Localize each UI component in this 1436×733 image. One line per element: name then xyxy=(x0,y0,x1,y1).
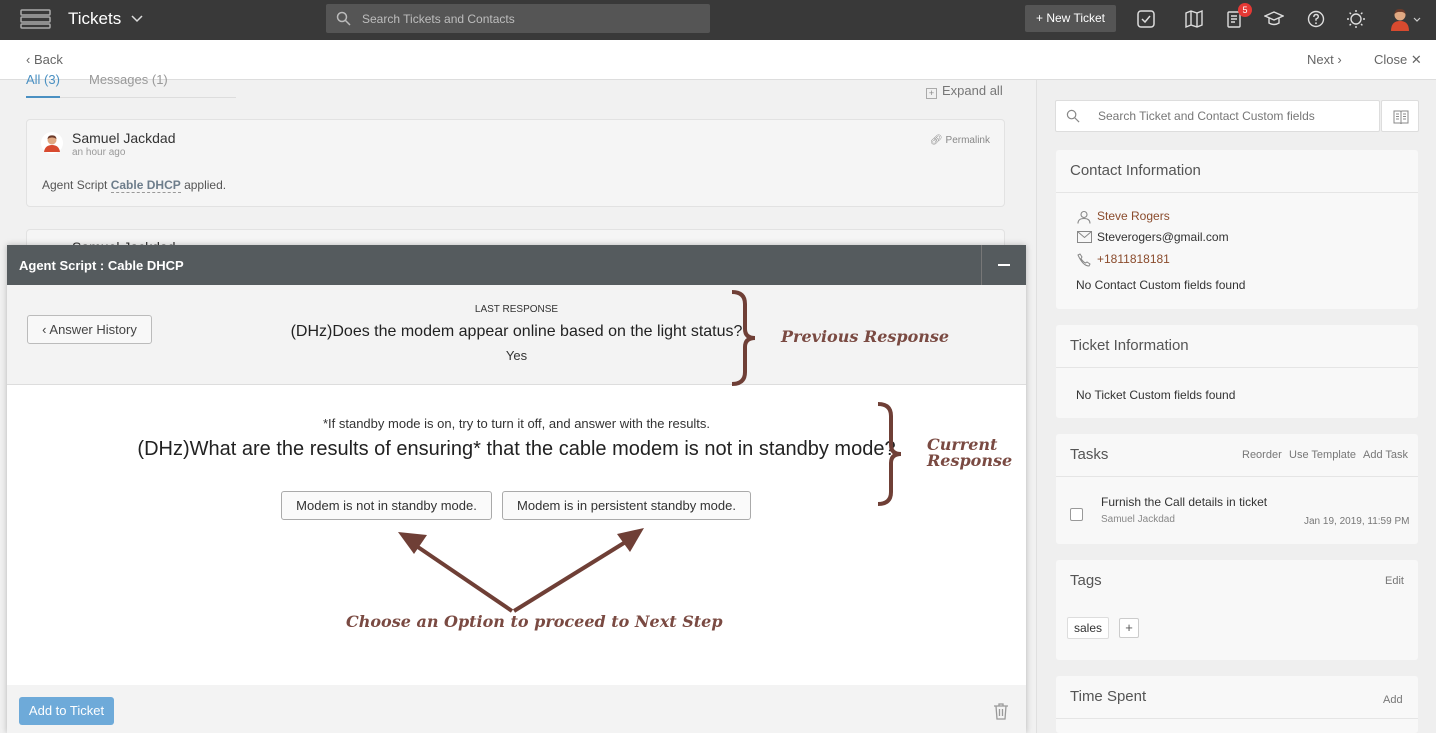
chevron-down-icon[interactable] xyxy=(131,12,143,24)
checkbox-icon[interactable] xyxy=(1136,9,1156,29)
last-response-label: LAST RESPONSE xyxy=(474,304,559,315)
mail-icon xyxy=(1077,231,1092,243)
ticket-info-empty-note: No Ticket Custom fields found xyxy=(1076,388,1236,402)
task-date: Jan 19, 2019, 11:59 PM xyxy=(1304,516,1410,527)
tags-title: Tags xyxy=(1070,572,1102,589)
conversation-tabs: All (3) Messages (1) xyxy=(26,72,236,98)
contact-empty-note: No Contact Custom fields found xyxy=(1076,278,1246,292)
tab-all[interactable]: All (3) xyxy=(26,72,60,98)
entry-body-suffix: applied. xyxy=(184,178,227,192)
ticket-information-panel: Ticket Information No Ticket Custom fiel… xyxy=(1056,325,1418,418)
contact-phone-link[interactable]: +1811818181 xyxy=(1097,252,1170,266)
contact-name-link[interactable]: Steve Rogers xyxy=(1097,209,1170,223)
expand-all-button[interactable]: + Expand all xyxy=(926,83,1003,99)
menu-logo-icon[interactable] xyxy=(20,9,51,29)
time-spent-panel: Time Spent Add xyxy=(1056,676,1418,733)
notification-badge: 5 xyxy=(1238,3,1252,17)
ticket-sidebar: Contact Information Steve Rogers Stevero… xyxy=(1036,80,1436,733)
help-icon[interactable] xyxy=(1306,9,1326,29)
task-checkbox[interactable] xyxy=(1070,508,1083,521)
custom-fields-book-button[interactable] xyxy=(1381,100,1419,132)
last-response-answer: Yes xyxy=(505,348,528,363)
edit-tags-button[interactable]: Edit xyxy=(1385,575,1404,587)
back-label: Back xyxy=(33,52,63,67)
search-icon xyxy=(1066,109,1080,123)
task-assignee: Samuel Jackdad xyxy=(1101,514,1175,525)
reorder-button[interactable]: Reorder xyxy=(1242,449,1282,461)
global-search xyxy=(326,4,710,33)
next-label: Next xyxy=(1307,52,1334,67)
minimize-button[interactable] xyxy=(981,245,1026,285)
current-response-brace xyxy=(877,402,902,506)
add-task-button[interactable]: Add Task xyxy=(1363,449,1408,461)
annotation-previous-response: Previous Response xyxy=(781,327,950,346)
contact-information-panel: Contact Information Steve Rogers Stevero… xyxy=(1056,150,1418,309)
add-to-ticket-button[interactable]: Add to Ticket xyxy=(19,697,114,725)
expand-icon: + xyxy=(926,88,937,99)
user-avatar[interactable] xyxy=(1389,7,1411,31)
phone-icon xyxy=(1077,253,1091,267)
add-tag-button[interactable]: + xyxy=(1119,618,1139,638)
permalink-link[interactable]: 🔗︎ Permalink xyxy=(930,135,990,146)
annotation-current-line2: Response xyxy=(927,451,1013,470)
option-not-standby-button[interactable]: Modem is not in standby mode. xyxy=(281,491,492,520)
tab-messages[interactable]: Messages (1) xyxy=(89,72,168,87)
contact-information-title: Contact Information xyxy=(1070,162,1201,179)
add-time-button[interactable]: Add xyxy=(1383,694,1403,706)
answer-history-button[interactable]: ‹ Answer History xyxy=(27,315,152,344)
search-input[interactable] xyxy=(362,4,702,33)
close-label: Close xyxy=(1374,52,1408,67)
script-link[interactable]: Cable DHCP xyxy=(110,178,181,193)
book-icon[interactable] xyxy=(1184,9,1204,29)
top-navigation-bar: Tickets + New Ticket 5 xyxy=(0,0,1436,40)
new-ticket-button[interactable]: + New Ticket xyxy=(1025,5,1116,32)
contact-email: Steverogers@gmail.com xyxy=(1097,230,1229,244)
tags-panel: Tags Edit sales + xyxy=(1056,560,1418,660)
option-persistent-standby-button[interactable]: Modem is in persistent standby mode. xyxy=(502,491,751,520)
task-title[interactable]: Furnish the Call details in ticket xyxy=(1101,495,1267,509)
link-icon: 🔗︎ xyxy=(930,135,943,146)
tasks-panel: Tasks Reorder Use Template Add Task Furn… xyxy=(1056,434,1418,544)
annotation-current-response: Current Response xyxy=(927,437,1012,469)
custom-field-search-input[interactable] xyxy=(1098,101,1378,131)
option-arrows xyxy=(398,528,644,613)
permalink-label: Permalink xyxy=(945,135,990,146)
ticket-information-title: Ticket Information xyxy=(1070,337,1189,354)
bulb-icon[interactable] xyxy=(1346,9,1366,29)
user-icon xyxy=(1077,210,1091,224)
entry-author: Samuel Jackdad xyxy=(72,130,176,146)
custom-field-search xyxy=(1055,100,1380,132)
expand-all-label: Expand all xyxy=(942,83,1003,98)
chevron-down-icon[interactable] xyxy=(1413,16,1421,24)
agent-script-footer: Add to Ticket xyxy=(7,685,1026,733)
divider xyxy=(1056,476,1418,477)
module-title[interactable]: Tickets xyxy=(68,9,121,29)
close-button[interactable]: Close ✕ xyxy=(1374,52,1422,68)
entry-body-prefix: Agent Script xyxy=(42,178,108,192)
entry-body: Agent Script Cable DHCP applied. xyxy=(42,178,227,193)
time-spent-title: Time Spent xyxy=(1070,688,1147,705)
conversation-entry: Samuel Jackdad an hour ago 🔗︎ Permalink … xyxy=(26,119,1005,207)
back-button[interactable]: ‹ Back xyxy=(26,52,63,67)
agent-script-title: Agent Script : Cable DHCP xyxy=(19,258,184,273)
avatar xyxy=(41,132,63,154)
agent-script-panel: Agent Script : Cable DHCP LAST RESPONSE … xyxy=(7,245,1026,733)
tag-chip[interactable]: sales xyxy=(1067,617,1110,639)
entry-time: an hour ago xyxy=(72,147,126,158)
tasks-title: Tasks xyxy=(1070,446,1109,463)
divider xyxy=(1056,367,1418,368)
use-template-button[interactable]: Use Template xyxy=(1289,449,1356,461)
minus-icon xyxy=(998,264,1010,266)
divider xyxy=(1056,718,1418,719)
annotation-choose-option: Choose an Option to proceed to Next Step xyxy=(346,612,723,631)
graduation-cap-icon[interactable] xyxy=(1264,9,1284,29)
trash-icon[interactable] xyxy=(993,702,1009,720)
answer-history-label: Answer History xyxy=(49,322,137,337)
search-icon xyxy=(336,11,351,26)
previous-response-brace xyxy=(731,290,756,386)
book-icon xyxy=(1393,110,1409,124)
divider xyxy=(1056,192,1418,193)
next-button[interactable]: Next › xyxy=(1307,52,1342,67)
agent-script-header: Agent Script : Cable DHCP xyxy=(7,245,1026,285)
